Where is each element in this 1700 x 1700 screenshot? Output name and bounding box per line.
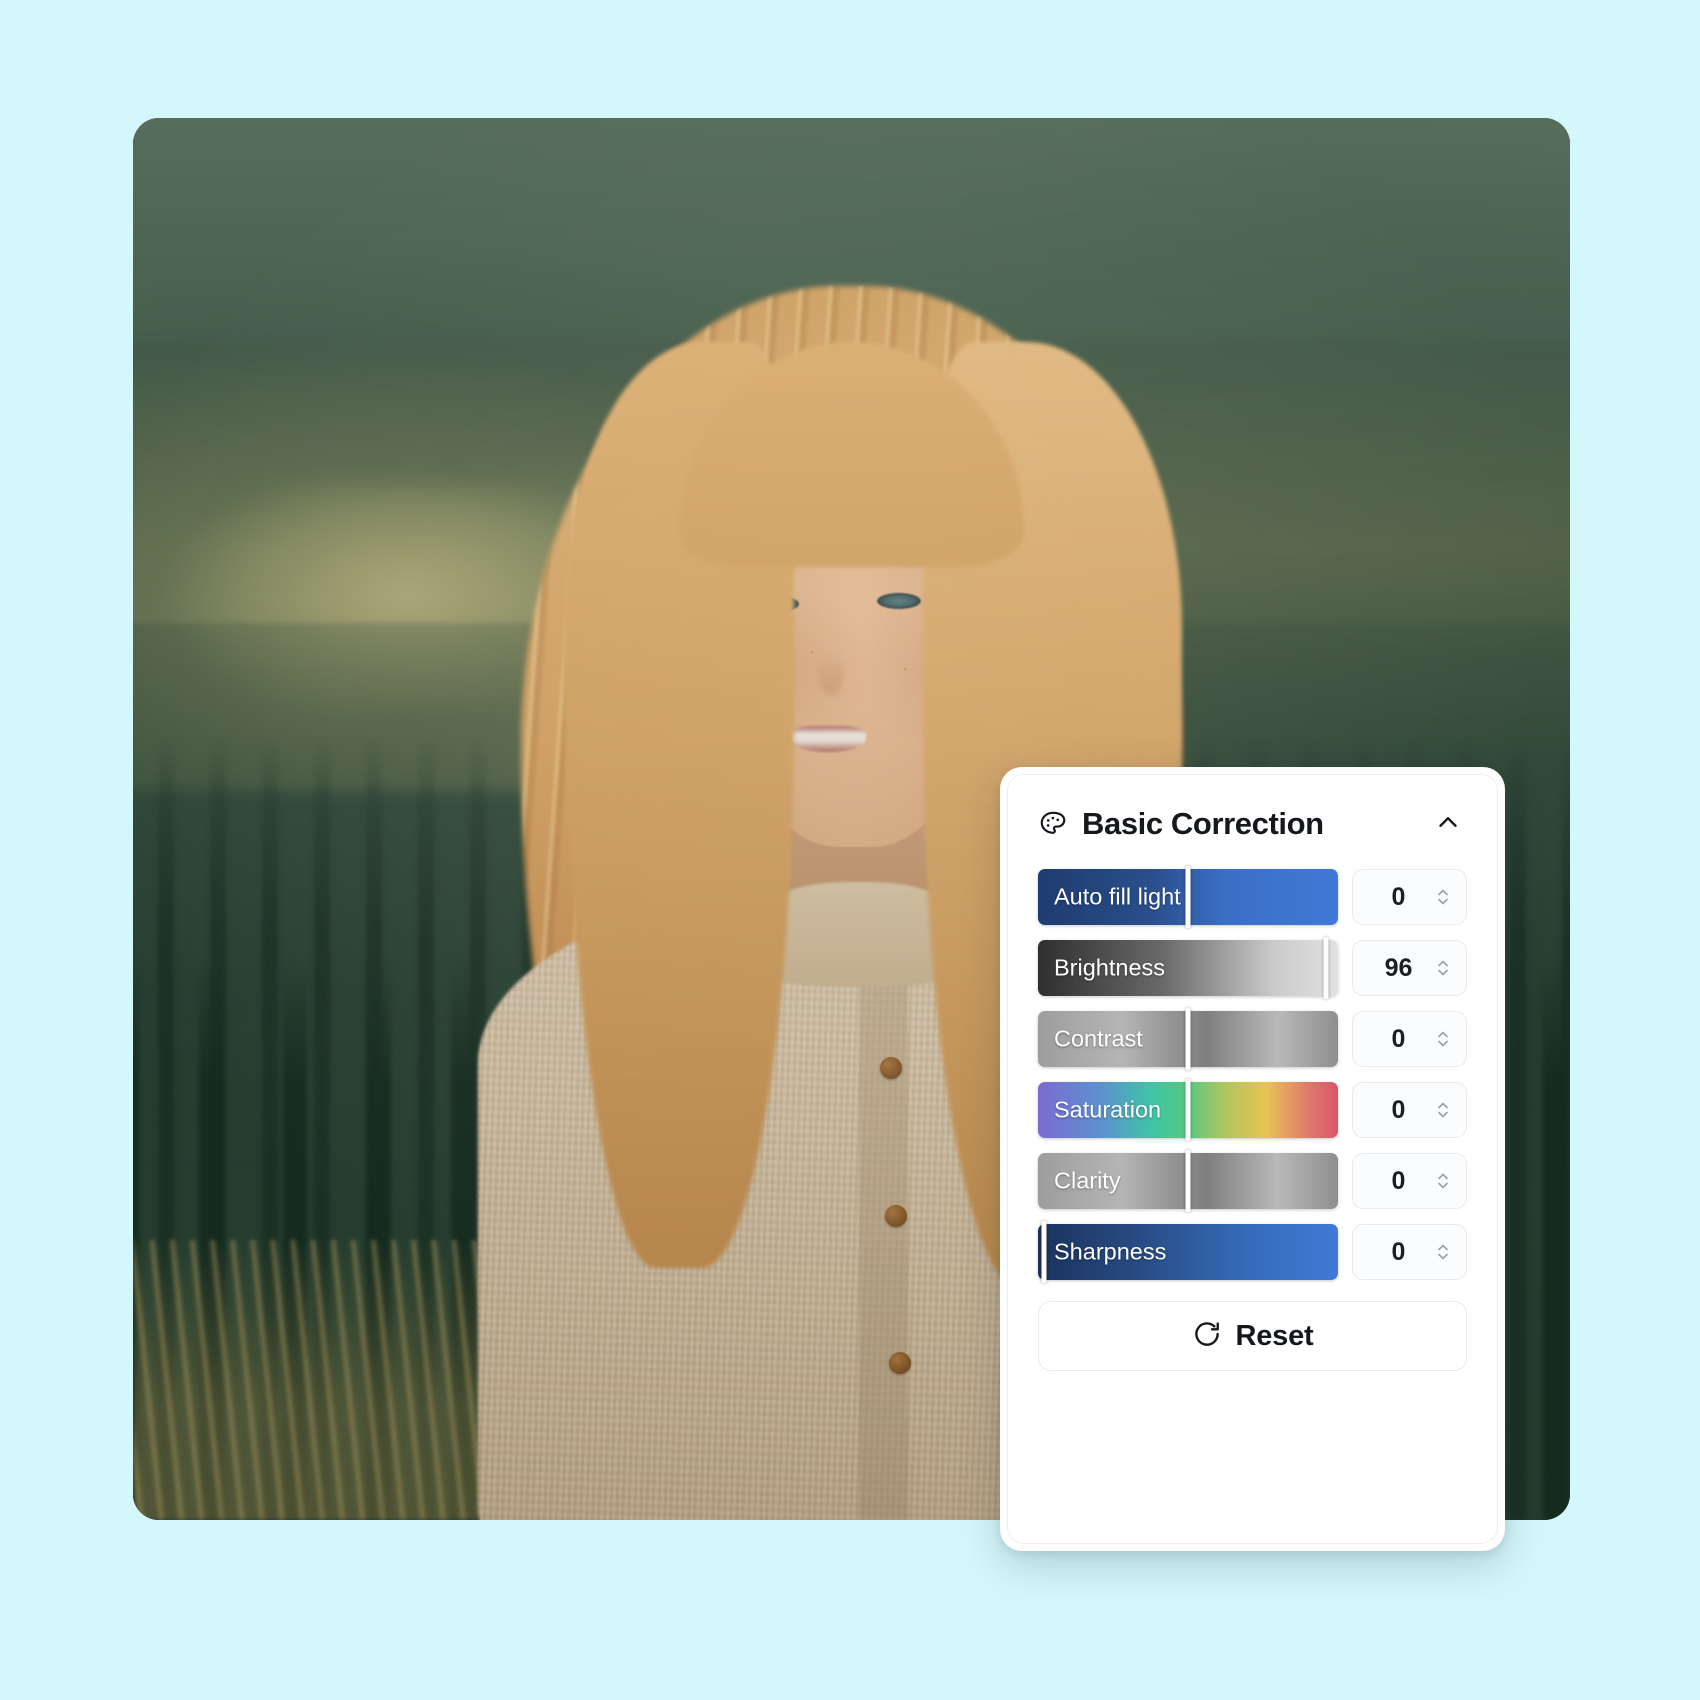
refresh-icon (1192, 1319, 1222, 1354)
value-input-auto-fill-light[interactable]: 0 (1351, 869, 1467, 925)
slider-track (1038, 1224, 1338, 1280)
slider-track (1038, 1082, 1338, 1138)
panel-header-left: Basic Correction (1038, 806, 1324, 842)
value-input-saturation[interactable]: 0 (1351, 1082, 1467, 1138)
palette-icon (1038, 809, 1068, 839)
value-input-clarity[interactable]: 0 (1351, 1153, 1467, 1209)
slider-clarity[interactable]: Clarity (1038, 1150, 1338, 1212)
value-text: 0 (1391, 1095, 1406, 1124)
page-title: Basic Correction (1082, 806, 1324, 841)
slider-row-sharpness: Sharpness 0 (1038, 1221, 1467, 1283)
slider-contrast[interactable]: Contrast (1038, 1008, 1338, 1070)
slider-track (1038, 940, 1338, 996)
value-text: 0 (1391, 1166, 1406, 1195)
panel-collapse-button[interactable] (1429, 805, 1467, 843)
slider-row-brightness: Brightness 96 (1038, 937, 1467, 999)
stepper-updown-icon[interactable] (1434, 1166, 1452, 1196)
value-input-sharpness[interactable]: 0 (1351, 1224, 1467, 1280)
slider-row-saturation: Saturation 0 (1038, 1079, 1467, 1141)
value-text: 0 (1391, 1237, 1406, 1266)
slider-row-auto-fill-light: Auto fill light 0 (1038, 866, 1467, 928)
stepper-updown-icon[interactable] (1434, 1237, 1452, 1267)
value-input-contrast[interactable]: 0 (1351, 1011, 1467, 1067)
slider-track (1038, 1011, 1338, 1067)
basic-correction-panel: Basic Correction Auto fill light 0 Brigh… (1000, 767, 1505, 1551)
slider-sharpness[interactable]: Sharpness (1038, 1221, 1338, 1283)
value-input-brightness[interactable]: 96 (1351, 940, 1467, 996)
chevron-up-icon (1433, 807, 1463, 842)
slider-track (1038, 869, 1338, 925)
basic-correction-panel-inner: Basic Correction Auto fill light 0 Brigh… (1007, 774, 1498, 1544)
stepper-updown-icon[interactable] (1434, 1095, 1452, 1125)
slider-saturation[interactable]: Saturation (1038, 1079, 1338, 1141)
value-text: 0 (1391, 882, 1406, 911)
slider-row-clarity: Clarity 0 (1038, 1150, 1467, 1212)
slider-row-contrast: Contrast 0 (1038, 1008, 1467, 1070)
reset-label: Reset (1235, 1319, 1314, 1352)
stepper-updown-icon[interactable] (1434, 953, 1452, 983)
value-text: 0 (1391, 1024, 1406, 1053)
value-text: 96 (1384, 953, 1413, 982)
slider-rows: Auto fill light 0 Brightness 96 Contrast… (1038, 866, 1467, 1283)
reset-button[interactable]: Reset (1038, 1301, 1467, 1371)
slider-auto-fill-light[interactable]: Auto fill light (1038, 866, 1338, 928)
stepper-updown-icon[interactable] (1434, 882, 1452, 912)
slider-brightness[interactable]: Brightness (1038, 937, 1338, 999)
stepper-updown-icon[interactable] (1434, 1024, 1452, 1054)
panel-header: Basic Correction (1038, 805, 1467, 843)
slider-track (1038, 1153, 1338, 1209)
